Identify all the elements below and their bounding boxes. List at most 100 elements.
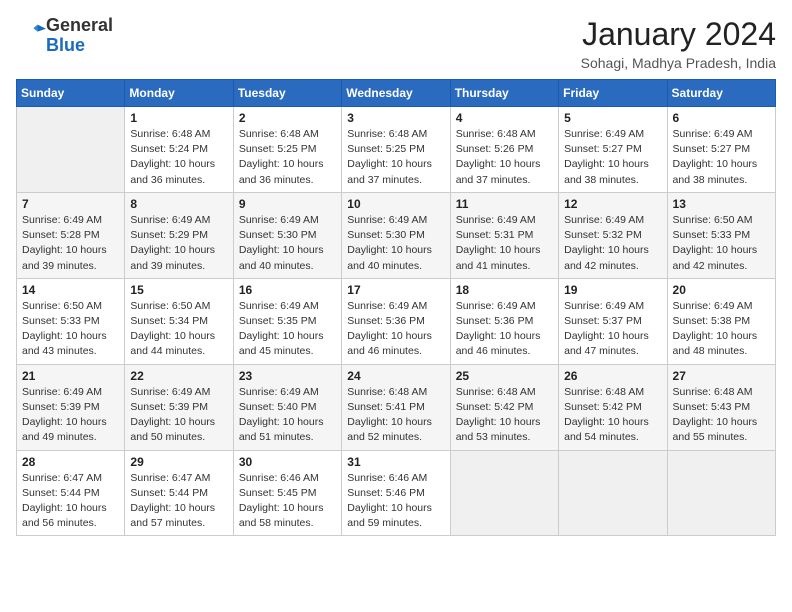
day-info: Sunrise: 6:47 AMSunset: 5:44 PMDaylight:… [22,471,119,532]
calendar-cell: 13 Sunrise: 6:50 AMSunset: 5:33 PMDayligh… [667,192,775,278]
day-info: Sunrise: 6:48 AMSunset: 5:25 PMDaylight:… [239,127,336,188]
calendar-cell: 16 Sunrise: 6:49 AMSunset: 5:35 PMDayligh… [233,278,341,364]
weekday-header: Saturday [667,80,775,107]
day-number: 8 [130,197,227,211]
day-number: 24 [347,369,444,383]
calendar-cell: 25 Sunrise: 6:48 AMSunset: 5:42 PMDayligh… [450,364,558,450]
calendar-cell: 30 Sunrise: 6:46 AMSunset: 5:45 PMDayligh… [233,450,341,536]
day-info: Sunrise: 6:50 AMSunset: 5:33 PMDaylight:… [673,213,770,274]
day-info: Sunrise: 6:46 AMSunset: 5:45 PMDaylight:… [239,471,336,532]
calendar-cell: 26 Sunrise: 6:48 AMSunset: 5:42 PMDayligh… [559,364,667,450]
calendar-cell: 7 Sunrise: 6:49 AMSunset: 5:28 PMDaylight… [17,192,125,278]
day-info: Sunrise: 6:49 AMSunset: 5:39 PMDaylight:… [130,385,227,446]
calendar-cell: 28 Sunrise: 6:47 AMSunset: 5:44 PMDayligh… [17,450,125,536]
calendar-cell: 10Sunrise: 6:49 AMSunset: 5:30 PMDayligh… [342,192,450,278]
day-number: 3 [347,111,444,125]
day-number: 9 [239,197,336,211]
day-info: Sunrise: 6:48 AMSunset: 5:42 PMDaylight:… [456,385,553,446]
day-number: 12 [564,197,661,211]
day-number: 21 [22,369,119,383]
calendar-cell: 2 Sunrise: 6:48 AMSunset: 5:25 PMDaylight… [233,107,341,193]
calendar-cell: 1Sunrise: 6:48 AMSunset: 5:24 PMDaylight… [125,107,233,193]
calendar-cell: 14 Sunrise: 6:50 AMSunset: 5:33 PMDayligh… [17,278,125,364]
calendar-week-row: 7 Sunrise: 6:49 AMSunset: 5:28 PMDaylight… [17,192,776,278]
day-number: 13 [673,197,770,211]
calendar-cell: 11 Sunrise: 6:49 AMSunset: 5:31 PMDayligh… [450,192,558,278]
day-number: 20 [673,283,770,297]
weekday-header: Tuesday [233,80,341,107]
day-number: 28 [22,455,119,469]
calendar-week-row: 14 Sunrise: 6:50 AMSunset: 5:33 PMDayligh… [17,278,776,364]
day-number: 10 [347,197,444,211]
day-number: 17 [347,283,444,297]
day-number: 16 [239,283,336,297]
day-number: 27 [673,369,770,383]
day-info: Sunrise: 6:49 AMSunset: 5:38 PMDaylight:… [673,299,770,360]
day-number: 23 [239,369,336,383]
day-info: Sunrise: 6:49 AMSunset: 5:39 PMDaylight:… [22,385,119,446]
calendar-cell: 29Sunrise: 6:47 AMSunset: 5:44 PMDayligh… [125,450,233,536]
day-info: Sunrise: 6:47 AMSunset: 5:44 PMDaylight:… [130,471,227,532]
day-info: Sunrise: 6:48 AMSunset: 5:42 PMDaylight:… [564,385,661,446]
calendar-cell [17,107,125,193]
day-number: 31 [347,455,444,469]
day-number: 4 [456,111,553,125]
calendar-cell: 23 Sunrise: 6:49 AMSunset: 5:40 PMDayligh… [233,364,341,450]
day-number: 5 [564,111,661,125]
title-block: January 2024 Sohagi, Madhya Pradesh, Ind… [581,16,776,71]
calendar-cell: 3 Sunrise: 6:48 AMSunset: 5:25 PMDaylight… [342,107,450,193]
day-info: Sunrise: 6:49 AMSunset: 5:36 PMDaylight:… [347,299,444,360]
day-number: 14 [22,283,119,297]
calendar-cell: 27 Sunrise: 6:48 AMSunset: 5:43 PMDayligh… [667,364,775,450]
calendar-cell: 8Sunrise: 6:49 AMSunset: 5:29 PMDaylight… [125,192,233,278]
logo: General Blue [16,16,113,56]
day-info: Sunrise: 6:48 AMSunset: 5:26 PMDaylight:… [456,127,553,188]
day-info: Sunrise: 6:50 AMSunset: 5:34 PMDaylight:… [130,299,227,360]
calendar-cell: 15 Sunrise: 6:50 AMSunset: 5:34 PMDayligh… [125,278,233,364]
calendar-cell: 6 Sunrise: 6:49 AMSunset: 5:27 PMDaylight… [667,107,775,193]
day-info: Sunrise: 6:48 AMSunset: 5:41 PMDaylight:… [347,385,444,446]
calendar-header-row: SundayMondayTuesdayWednesdayThursdayFrid… [17,80,776,107]
day-number: 11 [456,197,553,211]
weekday-header: Thursday [450,80,558,107]
weekday-header: Wednesday [342,80,450,107]
day-info: Sunrise: 6:49 AMSunset: 5:30 PMDaylight:… [239,213,336,274]
day-info: Sunrise: 6:48 AMSunset: 5:25 PMDaylight:… [347,127,444,188]
day-info: Sunrise: 6:49 AMSunset: 5:35 PMDaylight:… [239,299,336,360]
day-info: Sunrise: 6:48 AMSunset: 5:43 PMDaylight:… [673,385,770,446]
month-title: January 2024 [581,16,776,53]
location-subtitle: Sohagi, Madhya Pradesh, India [581,55,776,71]
weekday-header: Sunday [17,80,125,107]
calendar-cell: 18Sunrise: 6:49 AMSunset: 5:36 PMDayligh… [450,278,558,364]
day-number: 30 [239,455,336,469]
day-number: 25 [456,369,553,383]
calendar-cell: 5 Sunrise: 6:49 AMSunset: 5:27 PMDaylight… [559,107,667,193]
calendar-cell [450,450,558,536]
day-number: 7 [22,197,119,211]
day-info: Sunrise: 6:46 AMSunset: 5:46 PMDaylight:… [347,471,444,532]
day-info: Sunrise: 6:49 AMSunset: 5:32 PMDaylight:… [564,213,661,274]
calendar-cell: 20 Sunrise: 6:49 AMSunset: 5:38 PMDayligh… [667,278,775,364]
calendar-cell: 12 Sunrise: 6:49 AMSunset: 5:32 PMDayligh… [559,192,667,278]
calendar-week-row: 21 Sunrise: 6:49 AMSunset: 5:39 PMDayligh… [17,364,776,450]
day-info: Sunrise: 6:48 AMSunset: 5:24 PMDaylight:… [130,127,227,188]
logo-blue: Blue [46,35,85,55]
day-number: 2 [239,111,336,125]
day-info: Sunrise: 6:49 AMSunset: 5:40 PMDaylight:… [239,385,336,446]
day-info: Sunrise: 6:49 AMSunset: 5:28 PMDaylight:… [22,213,119,274]
day-number: 26 [564,369,661,383]
calendar-cell: 21 Sunrise: 6:49 AMSunset: 5:39 PMDayligh… [17,364,125,450]
day-number: 22 [130,369,227,383]
day-info: Sunrise: 6:50 AMSunset: 5:33 PMDaylight:… [22,299,119,360]
page-header: General Blue January 2024 Sohagi, Madhya… [16,16,776,71]
calendar-cell: 31 Sunrise: 6:46 AMSunset: 5:46 PMDayligh… [342,450,450,536]
day-info: Sunrise: 6:49 AMSunset: 5:27 PMDaylight:… [673,127,770,188]
calendar-table: SundayMondayTuesdayWednesdayThursdayFrid… [16,79,776,536]
calendar-cell [559,450,667,536]
day-info: Sunrise: 6:49 AMSunset: 5:37 PMDaylight:… [564,299,661,360]
day-info: Sunrise: 6:49 AMSunset: 5:27 PMDaylight:… [564,127,661,188]
day-info: Sunrise: 6:49 AMSunset: 5:31 PMDaylight:… [456,213,553,274]
day-number: 15 [130,283,227,297]
day-number: 6 [673,111,770,125]
weekday-header: Friday [559,80,667,107]
